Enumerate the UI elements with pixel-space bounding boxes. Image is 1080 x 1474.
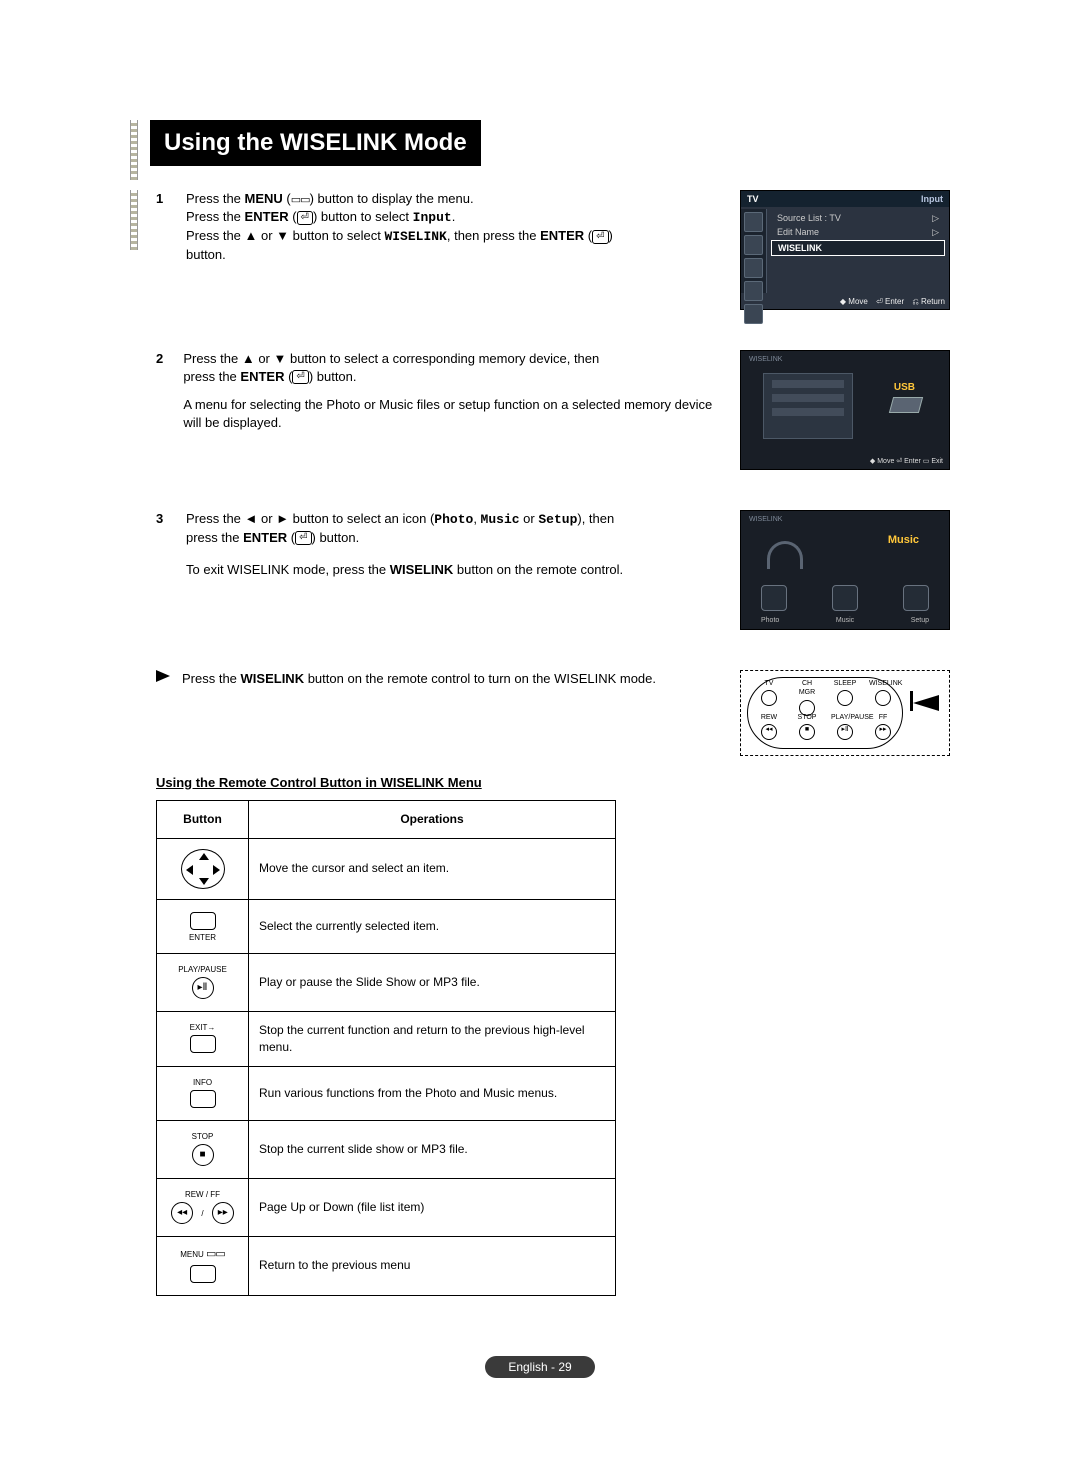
table-row: INFO Run various functions from the Phot… — [157, 1066, 616, 1120]
step-number-1: 1 — [156, 190, 174, 208]
col-operations: Operations — [249, 800, 616, 838]
enter-icon: ⏎ — [295, 531, 311, 545]
table-row: ENTER Select the currently selected item… — [157, 899, 616, 953]
playpause-icon: ▸Ⅱ — [192, 977, 214, 999]
page-number: English - 29 — [485, 1356, 595, 1379]
info-icon — [190, 1090, 216, 1108]
menu-icon: ▭▭ — [291, 194, 310, 206]
rew-icon: ◂◂ — [171, 1202, 193, 1224]
menu-button-icon — [190, 1265, 216, 1283]
enter-icon: ⏎ — [592, 230, 608, 244]
page-title: Using the WISELINK Mode — [150, 120, 481, 166]
screenshot-device-select: WISELINK USB ◆ Move ⏎ Enter ▭ Exit — [740, 350, 950, 470]
col-button: Button — [157, 800, 249, 838]
usb-icon — [889, 397, 923, 413]
note-arrow-icon — [156, 670, 170, 682]
dpad-icon — [181, 849, 225, 889]
headphone-icon — [767, 541, 803, 569]
step-1: 1 Press the MENU (▭▭) button to display … — [156, 190, 720, 271]
title-accent — [130, 120, 138, 180]
ff-icon: ▸▸ — [212, 1202, 234, 1224]
step-number-2: 2 — [156, 350, 171, 368]
step-number-3: 3 — [156, 510, 174, 528]
remote-diagram: TV CH MGR SLEEP WISELINK REW◂◂ STOP■ PLA… — [740, 670, 950, 756]
step-accent — [130, 190, 138, 250]
table-row: STOP■ Stop the current slide show or MP3… — [157, 1120, 616, 1178]
table-row: PLAY/PAUSE▸Ⅱ Play or pause the Slide Sho… — [157, 953, 616, 1011]
operations-table: Button Operations Move the cursor and se… — [156, 800, 616, 1296]
usb-label: USB — [894, 381, 915, 395]
exit-icon — [190, 1035, 216, 1053]
enter-icon: ⏎ — [297, 211, 313, 225]
screenshot-input-menu: TVInput Source List : TV▷ Edit Name▷ WIS… — [740, 190, 950, 310]
table-row: EXIT→ Stop the current function and retu… — [157, 1011, 616, 1066]
stop-icon: ■ — [192, 1144, 214, 1166]
enter-icon: ⏎ — [292, 370, 308, 384]
subheading: Using the Remote Control Button in WISEL… — [156, 774, 950, 792]
table-row: MENU ▭▭ Return to the previous menu — [157, 1237, 616, 1295]
table-row: REW / FF◂◂/▸▸ Page Up or Down (file list… — [157, 1178, 616, 1236]
screenshot-music-menu: WISELINK Music Photo Music Setup — [740, 510, 950, 630]
enter-button-icon — [190, 912, 216, 930]
table-row: Move the cursor and select an item. — [157, 838, 616, 899]
step-2: 2 Press the ▲ or ▼ button to select a co… — [156, 350, 720, 439]
pointer-arrow-icon — [913, 695, 939, 711]
note: Press the WISELINK button on the remote … — [156, 670, 720, 694]
step-3: 3 Press the ◄ or ► button to select an i… — [156, 510, 720, 586]
